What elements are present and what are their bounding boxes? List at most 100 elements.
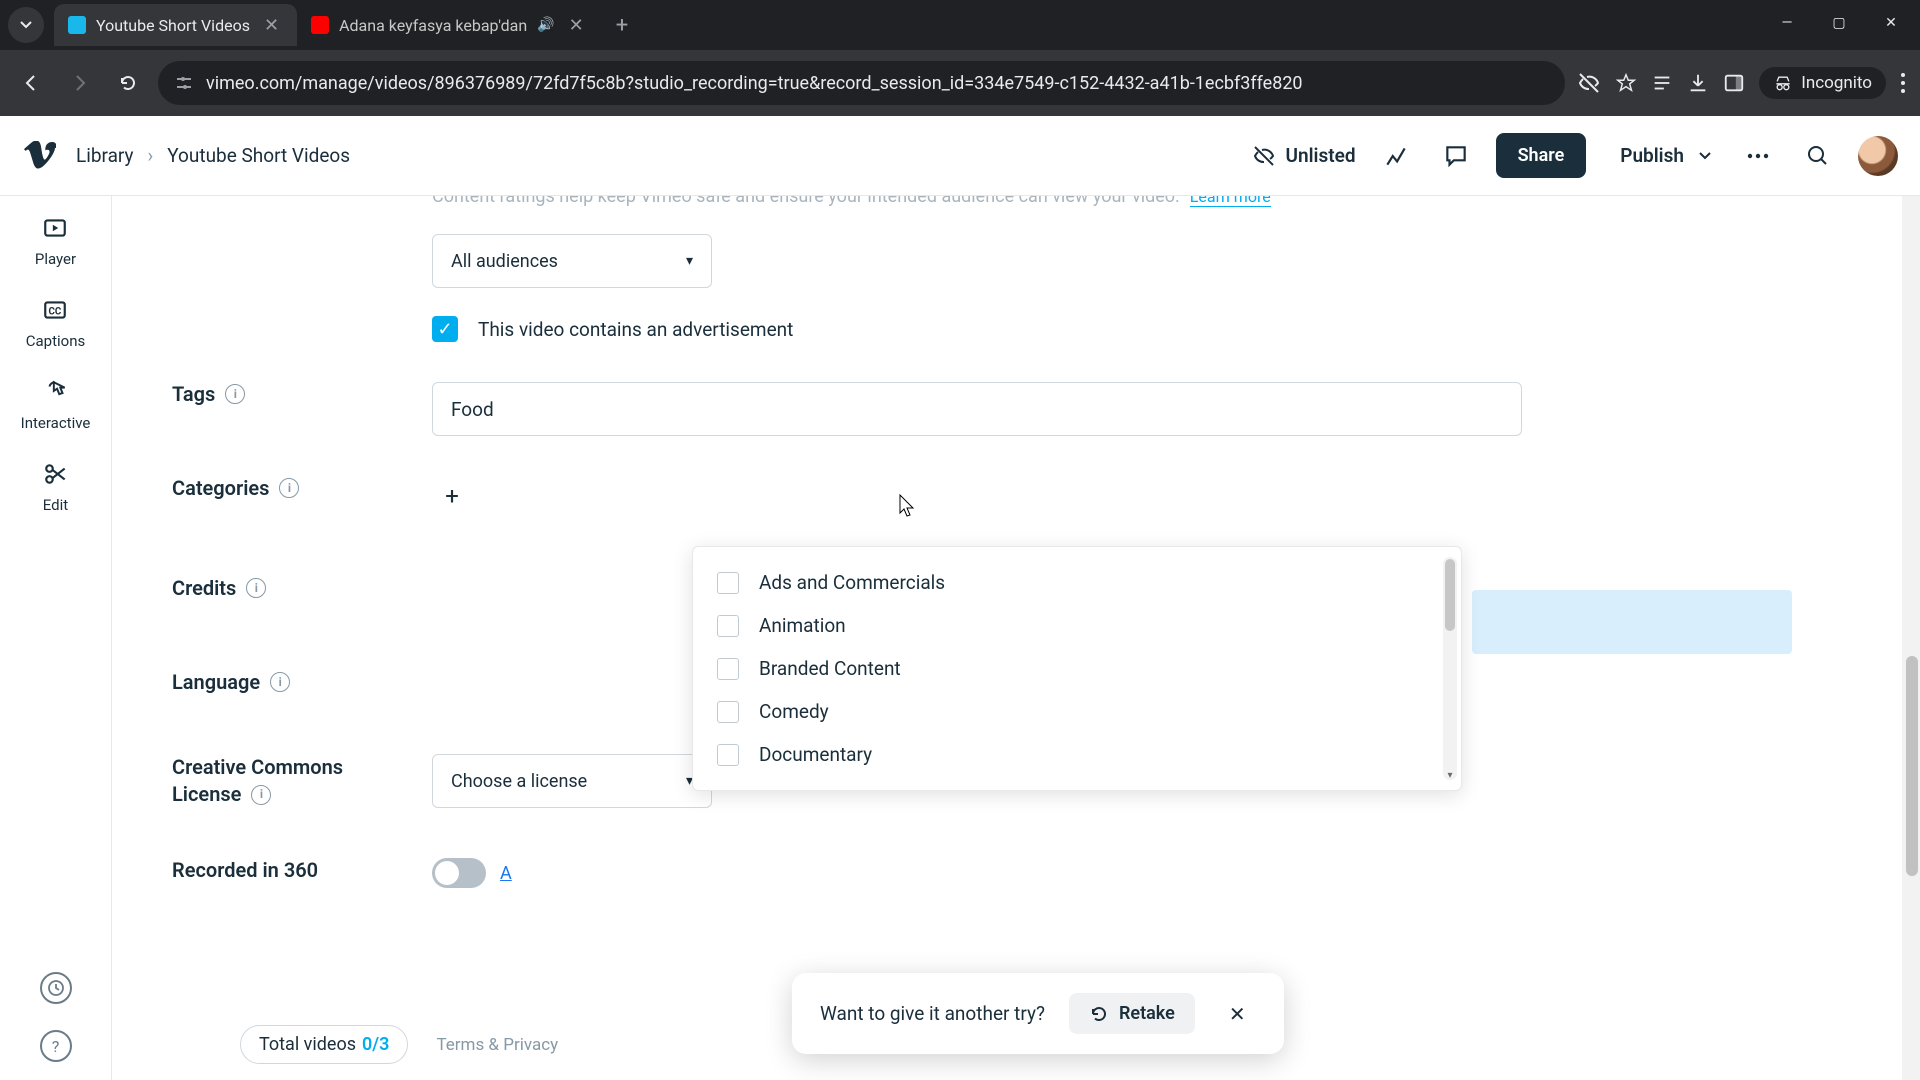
category-option[interactable]: Comedy [693, 690, 1461, 733]
more-button[interactable] [1738, 136, 1778, 176]
publish-button[interactable]: Publish [1606, 134, 1718, 177]
toggle-label-link[interactable]: A [500, 863, 512, 884]
toast-close-button[interactable]: ✕ [1219, 998, 1256, 1030]
share-button[interactable]: Share [1496, 133, 1587, 178]
footer: Total videos 0/3 Terms & Privacy [240, 1025, 558, 1064]
form-area: x Content ratings help keep Vimeo safe a… [112, 196, 1920, 1080]
captions-icon: CC [41, 296, 69, 324]
forward-arrow-icon [70, 73, 90, 93]
category-option[interactable]: Ads and Commercials [693, 561, 1461, 604]
comments-button[interactable] [1436, 136, 1476, 176]
privacy-label: Unlisted [1286, 144, 1356, 167]
downloads-icon[interactable] [1687, 72, 1709, 94]
address-field[interactable]: vimeo.com/manage/videos/896376989/72fd7f… [158, 61, 1565, 105]
maximize-button[interactable]: ▢ [1816, 6, 1862, 40]
rail-player[interactable]: Player [35, 214, 76, 268]
tags-input[interactable]: Food [432, 382, 1522, 436]
help-button[interactable]: ? [40, 1030, 72, 1062]
categories-row: Categories i + [172, 476, 1860, 516]
retake-button[interactable]: Retake [1069, 993, 1195, 1034]
info-icon[interactable]: i [251, 785, 271, 805]
checkbox-icon [717, 572, 739, 594]
rail-captions[interactable]: CC Captions [26, 296, 85, 350]
analytics-icon [1383, 143, 1409, 169]
scroll-thumb[interactable] [1906, 656, 1918, 876]
category-option[interactable]: Branded Content [693, 647, 1461, 690]
bookmark-star-icon[interactable] [1615, 72, 1637, 94]
ad-checkbox-row: ✓ This video contains an advertisement [432, 316, 1522, 342]
analytics-button[interactable] [1376, 136, 1416, 176]
page-scrollbar[interactable] [1902, 196, 1920, 1080]
activity-button[interactable] [40, 972, 72, 1004]
chevron-down-icon: ▾ [686, 253, 693, 269]
license-select[interactable]: Choose a license ▾ [432, 754, 712, 808]
incognito-icon [1773, 73, 1793, 93]
tab-vimeo[interactable]: Youtube Short Videos ✕ [54, 4, 297, 46]
rail-interactive[interactable]: Interactive [21, 378, 91, 432]
info-icon[interactable]: i [279, 478, 299, 498]
browser-chrome: Youtube Short Videos ✕ Adana keyfasya ke… [0, 0, 1920, 116]
dropdown-scrollbar[interactable]: ▴ ▾ [1443, 557, 1457, 780]
terms-link[interactable]: Terms & Privacy [436, 1035, 558, 1055]
audience-select[interactable]: All audiences ▾ [432, 234, 712, 288]
side-panel-icon[interactable] [1723, 72, 1745, 94]
tags-row: Tags i Food [172, 382, 1860, 436]
app-body: Player CC Captions Interactive Edit ? x [0, 196, 1920, 1080]
eye-off-icon [1252, 144, 1276, 168]
info-icon[interactable]: i [270, 672, 290, 692]
scroll-track[interactable] [1443, 557, 1457, 780]
scroll-thumb[interactable] [1445, 559, 1455, 631]
eye-off-icon[interactable] [1577, 71, 1601, 95]
tab-search-button[interactable] [8, 7, 44, 43]
retake-toast: Want to give it another try? Retake ✕ [792, 973, 1284, 1054]
breadcrumb: Library › Youtube Short Videos [76, 144, 350, 167]
recorded-360-row: Recorded in 360 A [172, 858, 1860, 888]
reload-button[interactable] [110, 65, 146, 101]
clock-icon [47, 979, 65, 997]
info-icon[interactable]: i [246, 578, 266, 598]
privacy-status[interactable]: Unlisted [1252, 144, 1356, 168]
more-horizontal-icon [1746, 153, 1770, 159]
total-videos-pill[interactable]: Total videos 0/3 [240, 1025, 408, 1064]
category-option[interactable]: Animation [693, 604, 1461, 647]
svg-text:CC: CC [49, 306, 62, 317]
scroll-down-icon[interactable]: ▾ [1443, 768, 1457, 782]
recorded-360-toggle[interactable] [432, 858, 486, 888]
vimeo-logo-icon[interactable] [22, 141, 56, 171]
comment-icon [1443, 143, 1469, 169]
info-icon[interactable]: i [225, 384, 245, 404]
undo-icon [1089, 1004, 1109, 1024]
search-button[interactable] [1798, 136, 1838, 176]
chevron-down-icon [19, 18, 33, 32]
chevron-down-icon [1698, 149, 1712, 163]
tab-close-button[interactable]: ✕ [260, 15, 283, 36]
ad-checkbox-label: This video contains an advertisement [478, 318, 793, 341]
close-window-button[interactable]: ✕ [1868, 6, 1914, 40]
tab-youtube[interactable]: Adana keyfasya kebap'dan 🔊 ✕ [297, 4, 602, 46]
reading-list-icon[interactable] [1651, 72, 1673, 94]
url-text: vimeo.com/manage/videos/896376989/72fd7f… [206, 73, 1549, 94]
new-tab-button[interactable]: + [602, 13, 642, 38]
tab-close-button[interactable]: ✕ [565, 15, 588, 36]
window-controls: ― ▢ ✕ [1764, 6, 1914, 40]
incognito-indicator[interactable]: Incognito [1759, 67, 1886, 99]
checkbox-icon [717, 658, 739, 680]
left-rail: Player CC Captions Interactive Edit ? [0, 196, 112, 1080]
back-button[interactable] [14, 65, 50, 101]
rail-edit[interactable]: Edit [42, 460, 70, 514]
avatar[interactable] [1858, 136, 1898, 176]
add-category-button[interactable]: + [432, 476, 472, 516]
rating-help-text: Content ratings help keep Vimeo safe and… [432, 196, 1180, 207]
site-settings-icon[interactable] [174, 73, 194, 93]
learn-more-link[interactable]: Learn more [1190, 196, 1271, 207]
category-option[interactable]: Documentary [693, 733, 1461, 776]
forward-button[interactable] [62, 65, 98, 101]
audio-icon[interactable]: 🔊 [537, 17, 554, 33]
minimize-button[interactable]: ― [1764, 6, 1810, 40]
kebab-menu-icon[interactable] [1900, 72, 1906, 94]
breadcrumb-current: Youtube Short Videos [167, 144, 350, 167]
ad-checkbox[interactable]: ✓ [432, 316, 458, 342]
player-icon [41, 214, 69, 242]
toast-text: Want to give it another try? [820, 1002, 1045, 1025]
breadcrumb-library-link[interactable]: Library [76, 144, 134, 167]
